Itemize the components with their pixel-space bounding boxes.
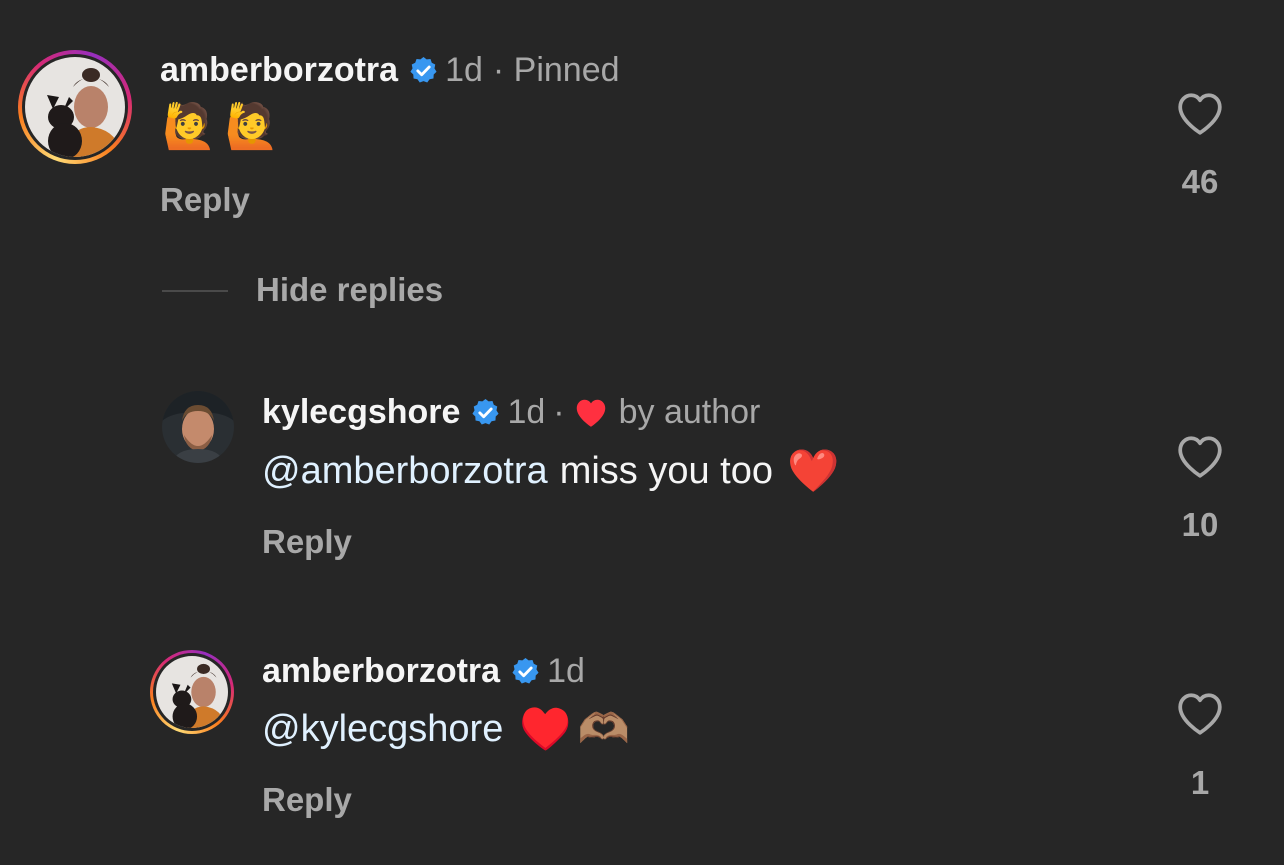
verified-badge-icon (512, 657, 539, 684)
reply-button[interactable]: Reply (160, 180, 250, 220)
mention-link[interactable]: @kylecgshore (262, 706, 503, 752)
avatar[interactable] (18, 50, 132, 164)
comment-username[interactable]: amberborzotra (262, 651, 500, 691)
comment-text: 🙋🙋 (162, 102, 288, 151)
comment-time: 1d (547, 652, 585, 690)
reply-button[interactable]: Reply (262, 522, 352, 562)
comment-time: 1d (445, 51, 483, 89)
heart-outline-icon[interactable] (1175, 90, 1225, 136)
like-count: 1 (1190, 764, 1210, 801)
thread-divider (162, 290, 228, 292)
avatar[interactable] (162, 391, 234, 463)
avatar-photo (156, 656, 228, 728)
hide-replies-button[interactable]: Hide replies (256, 270, 443, 310)
verified-badge-icon (410, 56, 437, 83)
verified-badge-icon (472, 398, 499, 425)
pinned-label: · Pinned (492, 51, 620, 89)
avatar-photo (162, 391, 234, 463)
comment-emoji: ❤️ (787, 447, 840, 494)
like-count: 10 (1181, 506, 1219, 543)
avatar[interactable] (150, 650, 234, 734)
like-count: 46 (1181, 163, 1219, 200)
mention-link[interactable]: @amberborzotra (262, 448, 548, 494)
comment-emoji: ♥️🫶🏽 (519, 705, 636, 752)
heart-filled-icon (576, 399, 605, 427)
avatar-photo (25, 57, 125, 157)
comment-time: 1d (507, 393, 546, 431)
reply-button[interactable]: Reply (262, 780, 352, 820)
heart-outline-icon[interactable] (1175, 690, 1225, 736)
heart-outline-icon[interactable] (1175, 433, 1225, 479)
liked-by-author-label: by author (618, 393, 761, 431)
comment-username[interactable]: kylecgshore (262, 392, 460, 432)
comment-text: miss you too (559, 450, 773, 492)
meta-separator: · (553, 393, 565, 431)
comment-username[interactable]: amberborzotra (160, 50, 398, 90)
